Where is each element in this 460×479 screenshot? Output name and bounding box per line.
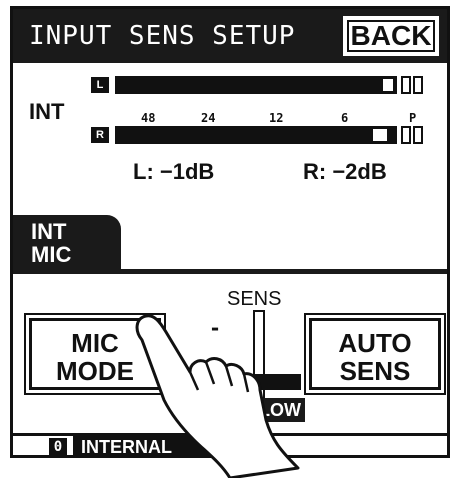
scale-label: P xyxy=(409,111,417,125)
mic-mode-label-line1: MIC xyxy=(71,328,119,358)
left-peak-indicator xyxy=(401,76,411,94)
tab-label-line2: MIC xyxy=(31,242,72,267)
level-meter: INT L 48 24 12 6 P R L: −1dB R: −2dB xyxy=(13,63,447,213)
status-bar: 0 INTERNAL xyxy=(13,433,447,455)
title-bar: INPUT SENS SETUP BACK xyxy=(13,9,447,63)
int-mic-panel: MIC MODE SENS - - LOW AUTO SENS xyxy=(13,269,447,433)
slider-tick-mark: - xyxy=(209,316,222,340)
right-channel-badge: R xyxy=(91,127,109,143)
scale-label: 12 xyxy=(269,111,284,125)
right-level-bar xyxy=(115,126,397,144)
lcd-screen: INPUT SENS SETUP BACK INT L 48 24 12 6 P… xyxy=(10,6,450,458)
left-channel-badge: L xyxy=(91,77,109,93)
left-clip-indicator xyxy=(413,76,423,94)
auto-sens-label-line2: SENS xyxy=(339,356,411,386)
scale-label: 6 xyxy=(341,111,349,125)
mic-mode-label-line2: MODE xyxy=(56,356,134,386)
auto-sens-button[interactable]: AUTO SENS xyxy=(304,313,446,395)
slider-tick-mark: - xyxy=(209,346,222,370)
sens-label: SENS xyxy=(227,288,282,310)
mic-mode-button[interactable]: MIC MODE xyxy=(24,313,166,395)
right-peak-indicator xyxy=(401,126,411,144)
left-level-bar xyxy=(115,76,397,94)
left-level-readout: L: −1dB xyxy=(133,159,215,184)
auto-sens-label-line1: AUTO xyxy=(338,328,412,358)
left-level-remaining xyxy=(383,79,393,91)
scale-label: 24 xyxy=(201,111,216,125)
sens-slider-knob[interactable] xyxy=(239,374,301,390)
scale-label: 48 xyxy=(141,111,156,125)
page-title: INPUT SENS SETUP xyxy=(29,21,296,51)
source-label: INT xyxy=(29,99,65,124)
tab-int-mic[interactable]: INT MIC xyxy=(13,215,121,271)
right-level-remaining xyxy=(373,129,387,141)
status-text: INTERNAL xyxy=(73,436,253,455)
back-button[interactable]: BACK xyxy=(343,16,439,56)
sens-slider-value: LOW xyxy=(231,398,305,422)
tab-label-line1: INT xyxy=(31,219,67,244)
right-clip-indicator xyxy=(413,126,423,144)
right-level-readout: R: −2dB xyxy=(303,159,387,184)
status-number-badge: 0 xyxy=(49,438,67,455)
